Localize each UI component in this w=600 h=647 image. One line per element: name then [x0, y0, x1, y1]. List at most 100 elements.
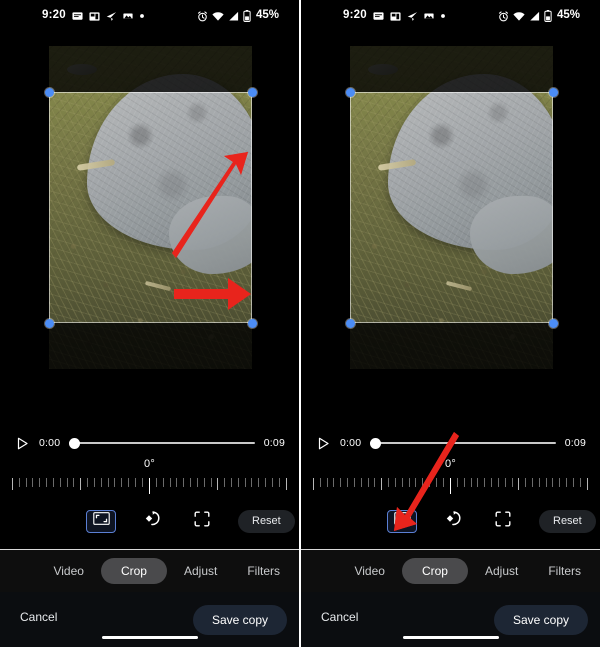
right-panel: 9:20 45% 0:00 0:09 0° Reset Video Crop A… — [301, 0, 600, 647]
media-viewer[interactable] — [0, 46, 299, 424]
rotation-tick — [162, 478, 164, 487]
playback-scrubber[interactable]: 0:00 0:09 — [0, 430, 299, 456]
rotation-tick — [87, 478, 89, 487]
perspective-tool-button[interactable] — [489, 510, 517, 532]
rotate-tool-button[interactable] — [138, 510, 166, 532]
photo-rock-secondary — [470, 196, 553, 274]
rotation-tick — [545, 478, 547, 487]
dot-icon — [440, 13, 446, 19]
status-bar: 9:20 45% — [301, 0, 600, 32]
tab-crop[interactable]: Crop — [100, 558, 167, 584]
rotation-tick — [210, 478, 212, 487]
scrubber-knob[interactable] — [69, 437, 81, 449]
rotation-tick — [360, 478, 362, 487]
rotation-tick — [347, 478, 349, 487]
message-icon — [72, 11, 83, 22]
rotation-tick — [18, 478, 20, 487]
photo-canvas — [49, 46, 252, 369]
message-icon — [373, 11, 384, 22]
scrubber-knob[interactable] — [370, 437, 382, 449]
rotation-ruler[interactable]: 0° — [301, 458, 600, 500]
rotate-left-icon — [445, 510, 462, 532]
home-indicator[interactable] — [101, 636, 198, 639]
rotation-tick — [66, 478, 68, 487]
expand-corners-icon — [495, 511, 511, 532]
bottom-action-bar: Cancel Save copy — [301, 592, 600, 647]
aspect-ratio-tool-button[interactable] — [86, 509, 116, 533]
rotation-tick — [497, 478, 499, 487]
playback-scrubber[interactable]: 0:00 0:09 — [301, 430, 600, 456]
rotation-tick-center — [148, 478, 151, 494]
crop-handle-top-left[interactable] — [45, 88, 54, 97]
media-viewer[interactable] — [301, 46, 600, 424]
left-panel: 9:20 45% 0:00 0:09 0° Reset Video Crop A… — [0, 0, 299, 647]
battery-percentage: 45% — [556, 9, 580, 22]
rotation-tick — [579, 478, 581, 487]
play-icon[interactable] — [14, 435, 30, 451]
rotation-tick — [374, 478, 376, 487]
tab-filters[interactable]: Filters — [535, 558, 594, 584]
tab-adjust[interactable]: Adjust — [472, 558, 531, 584]
wifi-icon — [513, 11, 525, 22]
rotation-tick — [313, 478, 314, 490]
rotation-tick — [121, 478, 123, 487]
rotation-tick — [394, 478, 396, 487]
rotation-tick — [73, 478, 75, 487]
crop-handle-top-left[interactable] — [346, 88, 355, 97]
crop-dim-top — [49, 46, 252, 92]
rotation-ticks[interactable] — [313, 478, 588, 494]
crop-handle-top-right[interactable] — [248, 88, 257, 97]
scrubber-track[interactable] — [370, 435, 556, 451]
tab-video[interactable]: Video — [341, 558, 397, 584]
rotation-tick — [231, 478, 232, 487]
photo-icon — [123, 11, 133, 21]
crop-handle-bottom-left[interactable] — [45, 319, 54, 328]
scrubber-track-line — [69, 442, 255, 444]
status-bar-right: 45% — [498, 10, 580, 22]
rotation-tick — [566, 478, 568, 487]
cancel-button[interactable]: Cancel — [317, 605, 362, 629]
rotation-ruler[interactable]: 0° — [0, 458, 299, 500]
status-bar-left: 9:20 — [343, 10, 446, 22]
rotation-tick — [196, 478, 198, 487]
aspect-ratio-tool-button[interactable] — [387, 509, 417, 533]
battery-icon — [243, 10, 251, 22]
tab-video[interactable]: Video — [40, 558, 96, 584]
crop-handle-bottom-right[interactable] — [549, 319, 558, 328]
rotation-tick — [388, 478, 390, 487]
tab-crop[interactable]: Crop — [401, 558, 468, 584]
rotation-tick — [518, 478, 520, 490]
reset-button[interactable]: Reset — [238, 509, 295, 533]
crop-handle-bottom-right[interactable] — [248, 319, 257, 328]
reset-button[interactable]: Reset — [539, 509, 596, 533]
rotation-tick — [271, 478, 273, 487]
rotation-tick — [504, 478, 506, 487]
save-copy-button[interactable]: Save copy — [493, 605, 588, 635]
battery-percentage: 45% — [255, 9, 279, 22]
save-copy-button[interactable]: Save copy — [192, 605, 287, 635]
rotation-tick — [484, 478, 486, 487]
status-bar-right: 45% — [197, 10, 279, 22]
scrubber-track-line — [370, 442, 556, 444]
cancel-button[interactable]: Cancel — [16, 605, 61, 629]
perspective-tool-button[interactable] — [188, 510, 216, 532]
rotation-tick — [217, 478, 219, 490]
crop-handle-top-right[interactable] — [549, 88, 558, 97]
bottom-action-bar: Cancel Save copy — [0, 592, 299, 647]
status-bar: 9:20 45% — [0, 0, 299, 32]
home-indicator[interactable] — [402, 636, 499, 639]
tab-filters[interactable]: Filters — [234, 558, 293, 584]
signal-icon — [228, 11, 239, 22]
rotation-tick — [244, 478, 246, 487]
rotation-tick — [415, 478, 417, 487]
rotate-tool-button[interactable] — [439, 510, 467, 532]
play-icon[interactable] — [315, 435, 331, 451]
rotation-tick — [155, 478, 157, 487]
rotation-tick — [559, 478, 561, 487]
rotation-ticks[interactable] — [12, 478, 287, 494]
rotation-tick — [538, 478, 540, 487]
crop-handle-bottom-left[interactable] — [346, 319, 355, 328]
rotation-tick — [134, 478, 136, 487]
tab-adjust[interactable]: Adjust — [171, 558, 230, 584]
scrubber-track[interactable] — [69, 435, 255, 451]
